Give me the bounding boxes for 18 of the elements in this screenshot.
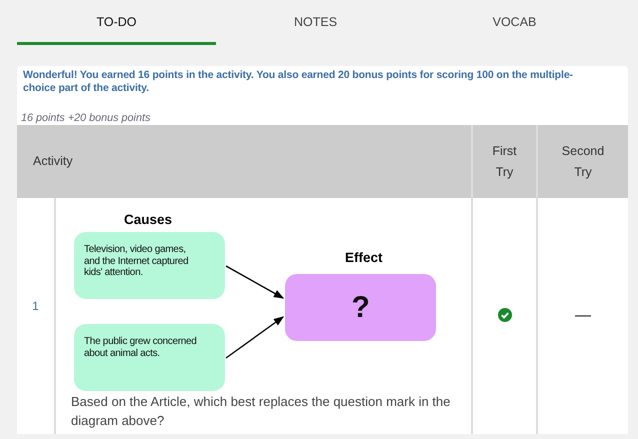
effect-box: ? — [285, 274, 436, 341]
points-summary: 16 points +20 bonus points — [20, 111, 152, 125]
question-text: Based on the Article, which best replaces the question mark in the diagram above? — [70, 393, 452, 430]
column-header: First Try — [491, 142, 518, 181]
tab[interactable]: TO-DO — [17, 0, 216, 45]
feedback-message: Wonderful! You earned 16 points in the activity. You also earned 20 bonus points for scoring 100 on the multiple-choice part of the activity. — [22, 68, 574, 95]
column-header: Activity — [32, 153, 73, 170]
arrow — [226, 316, 284, 359]
diagram-heading: Causes — [124, 211, 172, 229]
column-header: Second Try — [560, 142, 606, 181]
tab[interactable]: NOTES — [216, 0, 415, 45]
row-number: 1 — [32, 298, 39, 315]
cause-box: Television, video games, and the Internet captured kids' attention. — [74, 232, 225, 299]
arrow — [226, 265, 284, 299]
diagram-heading: Effect — [345, 249, 383, 267]
cause-box: The public grew concerned about animal acts. — [74, 324, 225, 391]
tab[interactable]: VOCAB — [415, 0, 614, 45]
dash-mark: — — [575, 308, 591, 326]
